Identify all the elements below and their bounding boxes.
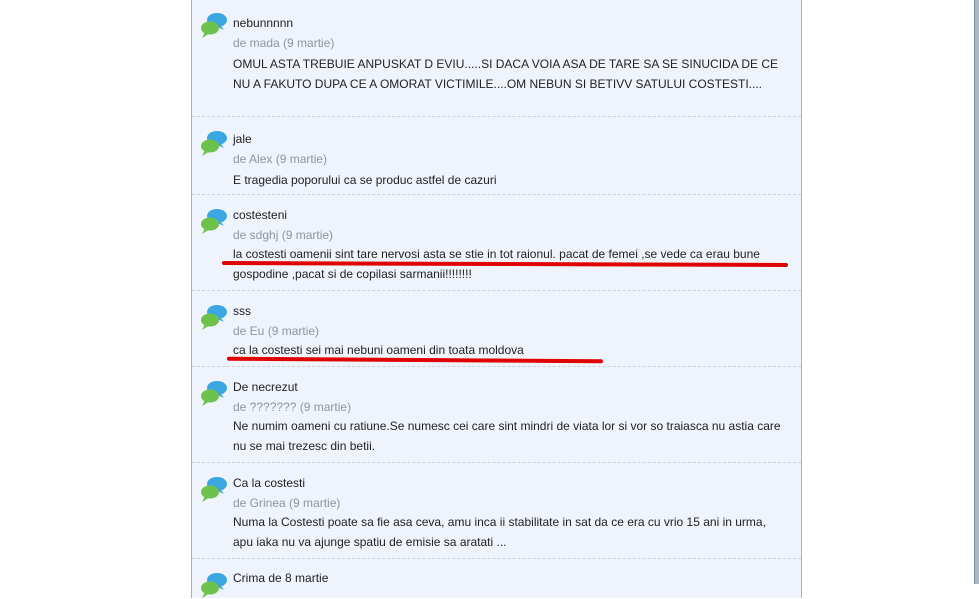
comment-item: costesteni de sdghj (9 martie) la costes… — [192, 194, 801, 291]
chat-bubbles-icon — [201, 209, 227, 234]
comment-item: jale de Alex (9 martie) E tragedia popor… — [192, 116, 801, 195]
chat-bubbles-icon — [201, 13, 227, 38]
chat-bubbles-icon — [201, 381, 227, 406]
chat-bubbles-icon — [201, 131, 227, 156]
comment-meta: de mada (9 martie) — [233, 36, 335, 50]
chat-bubbles-icon — [201, 305, 227, 330]
comment-meta: de sdghj (9 martie) — [233, 228, 334, 242]
comment-title: costesteni — [233, 208, 288, 222]
comment-item: De necrezut de ??????? (9 martie) Ne num… — [192, 366, 801, 463]
comment-title: sss — [233, 304, 251, 318]
chat-bubbles-icon — [201, 477, 227, 502]
comment-title: Ca la costesti — [233, 476, 306, 490]
comment-title: Crima de 8 martie — [233, 571, 329, 585]
comment-title: De necrezut — [233, 380, 298, 394]
comment-title: jale — [233, 132, 252, 146]
comment-item: nebunnnnn de mada (9 martie) OMUL ASTA T… — [192, 0, 801, 117]
scrollbar[interactable] — [974, 0, 979, 584]
comment-item: Ca la costesti de Grinea (9 martie) Numa… — [192, 462, 801, 559]
comment-text: OMUL ASTA TREBUIE ANPUSKAT D EVIU.....SI… — [233, 57, 779, 91]
comment-item: sss de Eu (9 martie) ca la costesti sei … — [192, 290, 801, 367]
comment-text: E tragedia poporului ca se produc astfel… — [233, 173, 497, 187]
comment-meta: de ??????? (9 martie) — [233, 400, 352, 414]
comment-item: Crima de 8 martie — [192, 558, 801, 598]
comments-panel: nebunnnnn de mada (9 martie) OMUL ASTA T… — [191, 0, 802, 598]
comment-meta: de Eu (9 martie) — [233, 324, 320, 338]
chat-bubbles-icon — [201, 573, 227, 598]
comment-meta: de Grinea (9 martie) — [233, 496, 341, 510]
comment-text: Numa la Costesti poate sa fie asa ceva, … — [233, 515, 766, 549]
comment-text: Ne numim oameni cu ratiune.Se numesc cei… — [233, 419, 781, 453]
comment-meta: de Alex (9 martie) — [233, 152, 328, 166]
comment-title: nebunnnnn — [233, 16, 294, 30]
